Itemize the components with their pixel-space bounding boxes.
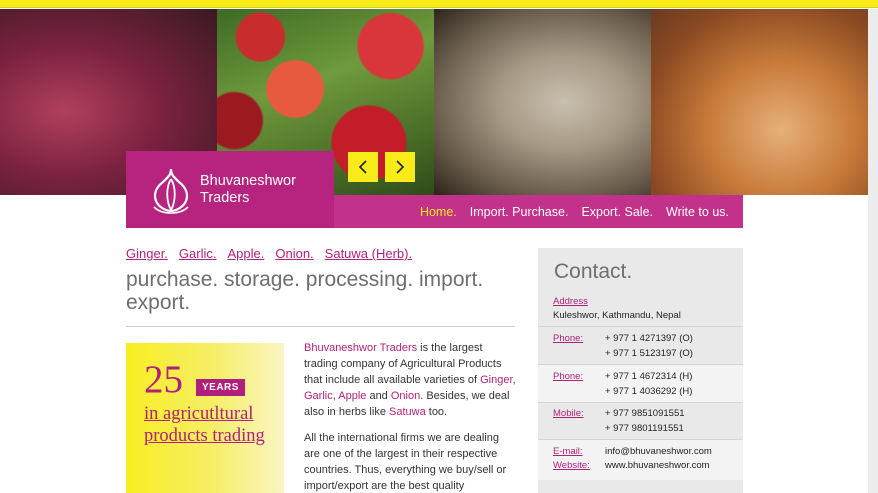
product-satuwa: Satuwa <box>389 406 426 418</box>
link-garlic[interactable]: Garlic. <box>179 246 217 261</box>
product-onion: Onion <box>390 390 421 402</box>
chevron-left-icon <box>358 160 367 174</box>
link-satuwa[interactable]: Satuwa (Herb). <box>325 246 412 261</box>
years-badge: YEARS <box>196 379 245 396</box>
nav-export-sale[interactable]: Export. Sale. <box>581 205 653 219</box>
contact-address-row: Address Kuleshwor, Kathmandu, Nepal <box>538 295 743 325</box>
email-label[interactable]: E-mail: <box>553 445 583 459</box>
intro-comma-1: , <box>512 374 516 386</box>
slide-prev-button[interactable] <box>348 152 378 182</box>
intro-and: and <box>366 390 391 402</box>
logo-line2: Traders <box>200 189 250 206</box>
email-value[interactable]: info@bhuvaneshwor.com <box>605 445 712 459</box>
phone1-value-1: + 977 1 4271397 (O) <box>605 333 693 344</box>
phone2-value-1: + 977 1 4672314 (H) <box>605 371 693 382</box>
years-number: 25 <box>144 358 183 401</box>
intro-paragraph-2: All the international firms we are deali… <box>304 432 507 492</box>
contact-panel: Contact. Address Kuleshwor, Kathmandu, N… <box>538 248 743 493</box>
phone2-label[interactable]: Phone: <box>553 370 583 384</box>
product-links: Ginger. Garlic. Apple. Onion. Satuwa (He… <box>126 246 423 261</box>
company-name: Bhuvaneshwor Traders <box>304 342 418 354</box>
years-caption[interactable]: in agricutltural products trading <box>144 403 274 447</box>
phone1-label[interactable]: Phone: <box>553 332 583 346</box>
mobile-label[interactable]: Mobile: <box>553 407 584 421</box>
page-scrollbar[interactable] <box>868 9 878 493</box>
mobile-value-2: + 977 9801191551 <box>605 423 684 434</box>
main-navigation: Home. Import. Purchase. Export. Sale. Wr… <box>334 195 743 228</box>
intro-text: Bhuvaneshwor Traders is the largest trad… <box>304 340 516 493</box>
content-divider <box>126 326 515 327</box>
product-apple: Apple <box>338 390 367 402</box>
contact-phone1-row: Phone: + 977 1 4271397 (O) + 977 1 51231… <box>538 332 743 362</box>
product-garlic: Garlic <box>304 390 333 402</box>
website-value[interactable]: www.bhuvaneshwor.com <box>605 459 710 473</box>
chevron-right-icon <box>396 160 405 174</box>
years-promo: 25 YEARS in agricutltural products tradi… <box>126 343 284 493</box>
contact-phone2-row: Phone: + 977 1 4672314 (H) + 977 1 40362… <box>538 365 743 402</box>
intro-paragraph-1: Bhuvaneshwor Traders is the largest trad… <box>304 340 516 420</box>
hero-image-ginger <box>434 9 651 195</box>
mobile-value-1: + 977 9851091551 <box>605 408 685 419</box>
slide-next-button[interactable] <box>385 152 415 182</box>
phone1-value-2: + 977 1 5123197 (O) <box>605 348 693 359</box>
contact-email-row: E-mail: info@bhuvaneshwor.com Website: w… <box>538 440 743 480</box>
nav-write-to-us[interactable]: Write to us. <box>666 205 729 219</box>
page-tagline: purchase. storage. processing. import. e… <box>126 268 484 314</box>
nav-import-purchase[interactable]: Import. Purchase. <box>470 205 569 219</box>
top-accent-bar <box>0 0 878 8</box>
hero-image-onion <box>651 9 868 195</box>
contact-mobile-row: Mobile: + 977 9851091551 + 977 980119155… <box>538 407 743 437</box>
link-ginger[interactable]: Ginger. <box>126 246 168 261</box>
address-label[interactable]: Address <box>553 295 588 309</box>
nav-home[interactable]: Home. <box>420 205 457 219</box>
address-value: Kuleshwor, Kathmandu, Nepal <box>553 310 681 321</box>
contact-separator <box>538 402 743 403</box>
website-label[interactable]: Website: <box>553 459 590 473</box>
link-apple[interactable]: Apple. <box>227 246 264 261</box>
intro-text-end: too. <box>425 406 448 418</box>
product-ginger: Ginger <box>480 374 513 386</box>
garlic-logo-icon <box>153 168 189 214</box>
logo-text: Bhuvaneshwor Traders <box>200 173 296 207</box>
contact-separator <box>538 326 743 327</box>
site-logo[interactable]: Bhuvaneshwor Traders <box>126 151 334 228</box>
logo-line1: Bhuvaneshwor <box>200 172 296 189</box>
contact-title: Contact. <box>554 260 633 283</box>
link-onion[interactable]: Onion. <box>275 246 313 261</box>
phone2-value-2: + 977 1 4036292 (H) <box>605 386 693 397</box>
